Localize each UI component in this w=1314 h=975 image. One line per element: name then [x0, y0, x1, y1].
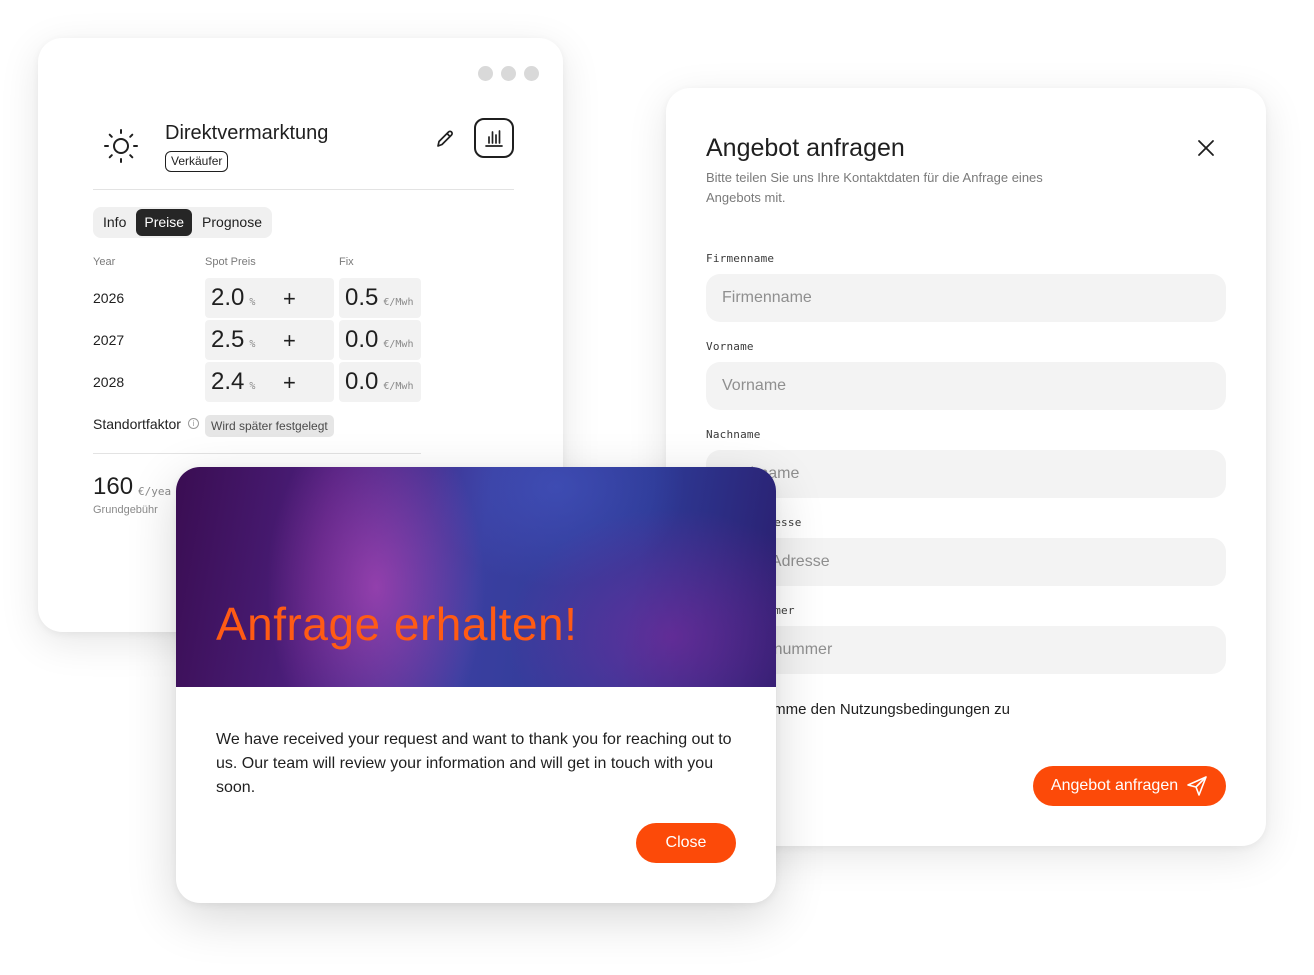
fee-value: 160 — [93, 473, 134, 500]
fix-cell[interactable]: 0.0 €/Mwh — [339, 320, 421, 360]
tab-info[interactable]: Info — [95, 209, 134, 236]
row-year: 2026 — [93, 290, 125, 306]
modal-hero-image: Anfrage erhalten! — [176, 467, 776, 687]
window-dot — [501, 66, 516, 81]
firmenname-input[interactable] — [706, 274, 1226, 322]
submit-request-button[interactable]: Angebot anfragen — [1033, 766, 1226, 806]
spot-value: 2.0 — [211, 284, 245, 311]
tab-preise[interactable]: Preise — [136, 209, 193, 236]
row-year: 2028 — [93, 374, 125, 390]
fix-value: 0.0 — [345, 326, 379, 353]
divider — [93, 189, 514, 190]
role-badge: Verkäufer — [165, 151, 229, 172]
product-title: Direktvermarktung — [165, 122, 329, 144]
tab-bar: Info Preise Prognose — [93, 207, 272, 238]
fee-label: Grundgebühr — [93, 504, 158, 516]
pencil-icon[interactable] — [434, 128, 456, 150]
vorname-input[interactable] — [706, 362, 1226, 410]
standortfaktor-badge: Wird später festgelegt — [205, 415, 334, 437]
row-year: 2027 — [93, 332, 125, 348]
window-dot — [524, 66, 539, 81]
close-button[interactable]: Close — [636, 823, 736, 863]
sun-icon — [104, 129, 138, 163]
fee-unit: €/yea — [138, 485, 172, 498]
column-header-year: Year — [93, 256, 116, 268]
telefon-input[interactable] — [706, 626, 1226, 674]
spot-value: 2.4 — [211, 368, 245, 395]
chart-button[interactable] — [474, 118, 514, 158]
fix-cell[interactable]: 0.0 €/Mwh — [339, 362, 421, 402]
form-title: Angebot anfragen — [706, 134, 905, 162]
fix-unit: €/Mwh — [383, 297, 414, 308]
spot-unit: % — [249, 339, 256, 350]
divider — [93, 453, 421, 454]
window-dots — [478, 66, 539, 81]
close-icon[interactable] — [1196, 138, 1216, 158]
form-subtitle: Bitte teilen Sie uns Ihre Kontaktdaten f… — [706, 170, 1043, 205]
spot-cell[interactable]: 2.4 % + — [205, 362, 334, 402]
success-modal: Anfrage erhalten! We have received your … — [176, 467, 776, 903]
info-icon[interactable]: i — [188, 418, 199, 429]
fix-unit: €/Mwh — [383, 339, 414, 350]
modal-message: We have received your request and want t… — [216, 731, 732, 796]
spot-unit: % — [249, 297, 256, 308]
bar-chart-icon — [485, 130, 503, 147]
column-header-fix: Fix — [339, 256, 354, 268]
spot-value: 2.5 — [211, 326, 245, 353]
tab-prognose[interactable]: Prognose — [194, 209, 270, 236]
plus-sign: + — [283, 286, 296, 311]
submit-label: Angebot anfragen — [1050, 777, 1179, 794]
fix-unit: €/Mwh — [383, 381, 414, 392]
plus-sign: + — [283, 370, 296, 395]
fix-value: 0.5 — [345, 284, 379, 311]
nachname-input[interactable] — [706, 450, 1226, 498]
fix-cell[interactable]: 0.5 €/Mwh — [339, 278, 421, 318]
spot-cell[interactable]: 2.5 % + — [205, 320, 334, 360]
email-input[interactable] — [706, 538, 1226, 586]
field-label-firmenname: Firmenname — [706, 252, 775, 265]
send-icon — [1187, 776, 1207, 796]
column-header-spot: Spot Preis — [205, 256, 256, 268]
plus-sign: + — [283, 328, 296, 353]
spot-cell[interactable]: 2.0 % + — [205, 278, 334, 318]
modal-title: Anfrage erhalten! — [216, 598, 578, 650]
fix-value: 0.0 — [345, 368, 379, 395]
field-label-vorname: Vorname — [706, 340, 754, 353]
hero-glow — [266, 467, 486, 687]
window-dot — [478, 66, 493, 81]
standortfaktor-label: Standortfaktor — [93, 416, 181, 432]
spot-unit: % — [249, 381, 256, 392]
field-label-nachname: Nachname — [706, 428, 761, 441]
